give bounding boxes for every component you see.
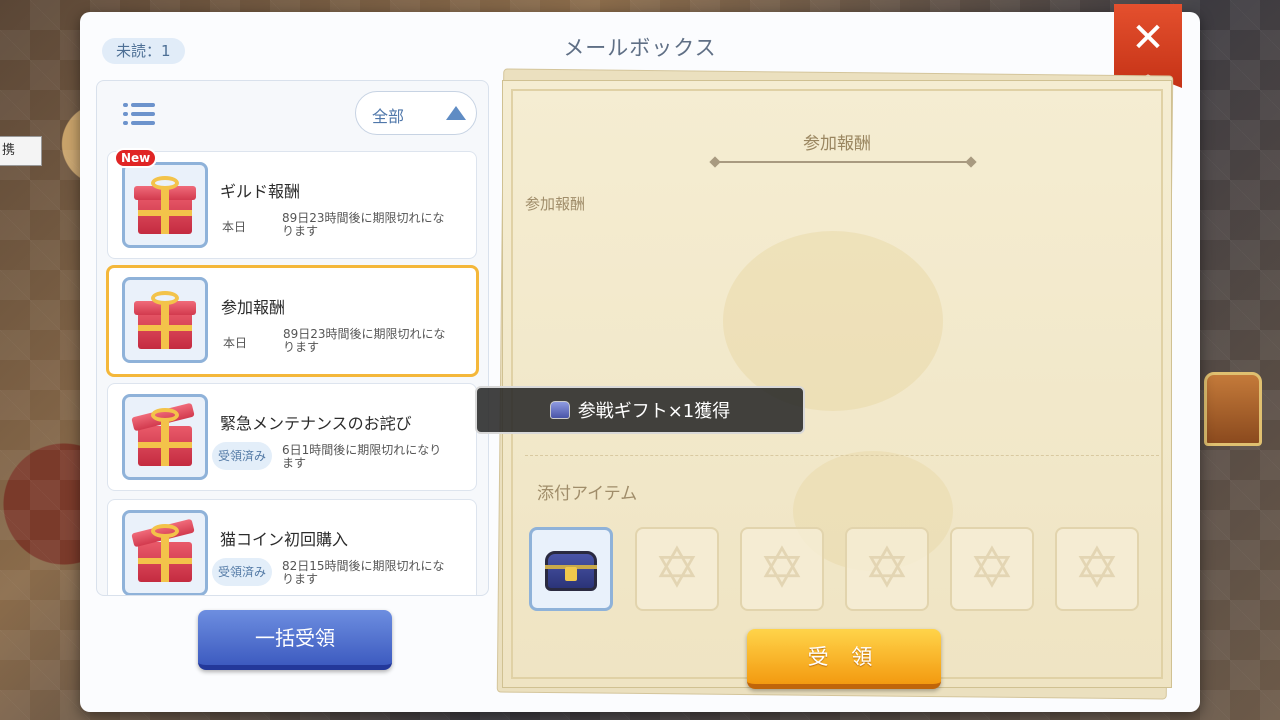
- list-view-icon[interactable]: [123, 101, 155, 127]
- empty-attachment-slot: ✡: [950, 527, 1034, 611]
- window-title: メールボックス: [563, 36, 717, 60]
- letter-sheet: 参加報酬 参加報酬 添付アイテム ✡ ✡ ✡ ✡ ✡ 受 領: [502, 80, 1172, 689]
- gift-box-icon: [122, 277, 208, 363]
- new-badge: New: [114, 148, 158, 168]
- triangle-up-icon: [446, 106, 466, 120]
- detail-body: 参加報酬: [525, 195, 586, 213]
- attachment-slot[interactable]: [529, 527, 613, 611]
- filter-label: 全部: [372, 107, 405, 126]
- mailbox-window: 未読：1 メールボックス ✕ 全部 New ギルド報酬 本日 89日23時間後に…: [80, 4, 1200, 712]
- star-of-david-icon: ✡: [653, 536, 701, 601]
- mail-expiry: 82日15時間後に期限切れになります: [282, 559, 445, 586]
- mail-subject: 猫コイン初回購入: [220, 530, 349, 549]
- mail-expiry: 89日23時間後に期限切れになります: [283, 327, 446, 354]
- empty-attachment-slot: ✡: [740, 527, 824, 611]
- filter-dropdown[interactable]: 全部: [355, 91, 477, 135]
- star-of-david-icon: ✡: [863, 536, 911, 601]
- bulk-receive-button[interactable]: 一括受領: [198, 610, 392, 670]
- claimed-badge: 受領済み: [212, 558, 273, 586]
- star-of-david-icon: ✡: [1073, 536, 1121, 601]
- mail-expiry: 6日1時間後に期限切れになります: [282, 443, 442, 470]
- mail-list-panel: 全部 New ギルド報酬 本日 89日23時間後に期限切れになります 参加報酬 …: [96, 80, 489, 596]
- empty-attachment-slot: ✡: [635, 527, 719, 611]
- mail-subject: 参加報酬: [221, 298, 286, 317]
- receive-button[interactable]: 受 領: [747, 629, 941, 689]
- mail-date: 本日: [223, 336, 248, 350]
- treasure-chest-icon: [549, 401, 570, 419]
- open-gift-box-icon: [122, 394, 208, 480]
- toast-text: 参戦ギフト×1獲得: [577, 401, 731, 422]
- attachments-label: 添付アイテム: [537, 484, 638, 504]
- claimed-badge: 受領済み: [212, 442, 273, 470]
- star-of-david-icon: ✡: [968, 536, 1016, 601]
- empty-attachment-slot: ✡: [845, 527, 929, 611]
- mail-item[interactable]: 緊急メンテナンスのお詫び 受領済み 6日1時間後に期限切れになります: [107, 383, 477, 491]
- open-gift-box-icon: [122, 510, 208, 595]
- mail-subject: 緊急メンテナンスのお詫び: [220, 414, 412, 433]
- poring-illustration: [723, 231, 943, 411]
- reward-toast: 参戦ギフト×1獲得: [475, 386, 805, 434]
- empty-attachment-slot: ✡: [1055, 527, 1139, 611]
- mail-item[interactable]: 猫コイン初回購入 受領済み 82日15時間後に期限切れになります: [107, 499, 477, 595]
- detail-heading: 参加報酬: [803, 134, 871, 154]
- gift-box-icon: [122, 162, 208, 248]
- mail-item[interactable]: New ギルド報酬 本日 89日23時間後に期限切れになります: [107, 148, 477, 259]
- mail-subject: ギルド報酬: [220, 182, 301, 201]
- world-side-label: 携: [0, 136, 42, 166]
- heading-divider: [715, 161, 971, 163]
- mail-expiry: 89日23時間後に期限切れになります: [282, 211, 445, 238]
- attachment-divider: [525, 455, 1159, 456]
- world-chest: [1204, 372, 1262, 446]
- mail-date: 本日: [222, 220, 247, 234]
- treasure-chest-icon: [541, 541, 601, 597]
- mail-item-selected[interactable]: 参加報酬 本日 89日23時間後に期限切れになります: [106, 265, 479, 377]
- star-of-david-icon: ✡: [758, 536, 806, 601]
